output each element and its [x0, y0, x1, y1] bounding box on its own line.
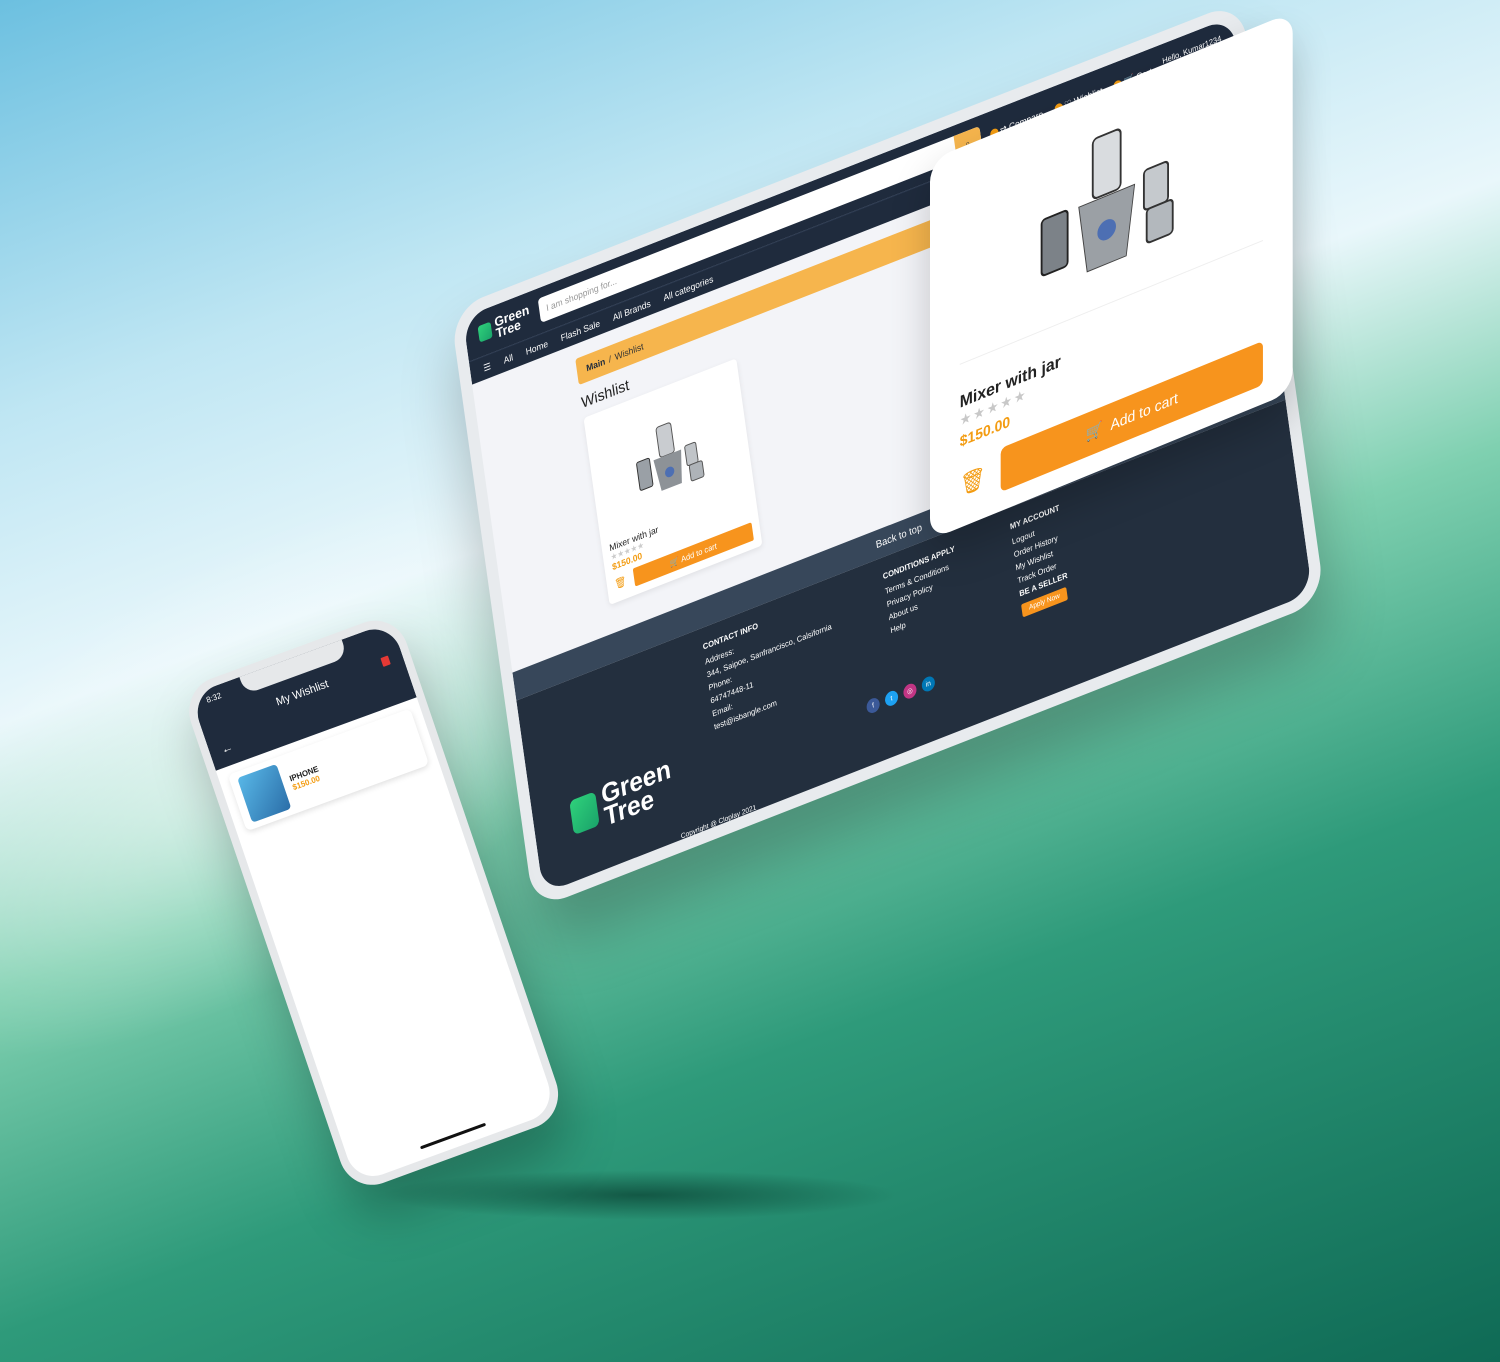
social-links: f t ◎ in	[865, 674, 936, 716]
facebook-icon[interactable]: f	[865, 696, 881, 716]
logo-icon	[569, 791, 600, 836]
add-to-cart-label: Add to cart	[680, 540, 718, 564]
trash-icon[interactable]: 🗑	[614, 575, 627, 591]
device-shadow	[380, 1170, 900, 1220]
home-indicator[interactable]	[420, 1122, 487, 1150]
nav-home[interactable]: Home	[525, 338, 548, 357]
instagram-icon[interactable]: ◎	[902, 681, 918, 701]
twitter-icon[interactable]: t	[884, 688, 899, 708]
trash-icon[interactable]: 🗑	[960, 463, 986, 500]
mixer-image	[1040, 128, 1174, 277]
menu-icon[interactable]: ☰	[483, 360, 492, 374]
logo-icon	[477, 321, 493, 343]
breadcrumb-current: Wishlist	[614, 341, 645, 363]
cart-icon: 🛒	[1085, 420, 1104, 445]
linkedin-icon[interactable]: in	[920, 674, 936, 694]
status-time: 8:32	[205, 690, 223, 705]
product-thumbnail	[237, 763, 292, 823]
back-arrow-icon[interactable]: ←	[219, 739, 235, 757]
footer-account: MY ACCOUNT Logout Order History My Wishl…	[1009, 503, 1072, 618]
copyright-text: Copyright @ Cloplay 2021	[680, 804, 757, 841]
breadcrumb-main[interactable]: Main	[586, 356, 606, 373]
cart-icon: 🛒	[669, 555, 680, 569]
footer-conditions: CONDITIONS APPLY Terms & Conditions Priv…	[882, 544, 967, 667]
add-to-cart-label: Add to cart	[1110, 389, 1178, 434]
breadcrumb-separator: /	[608, 353, 612, 365]
nav-all[interactable]: All	[503, 352, 514, 366]
mixer-image	[636, 422, 705, 491]
